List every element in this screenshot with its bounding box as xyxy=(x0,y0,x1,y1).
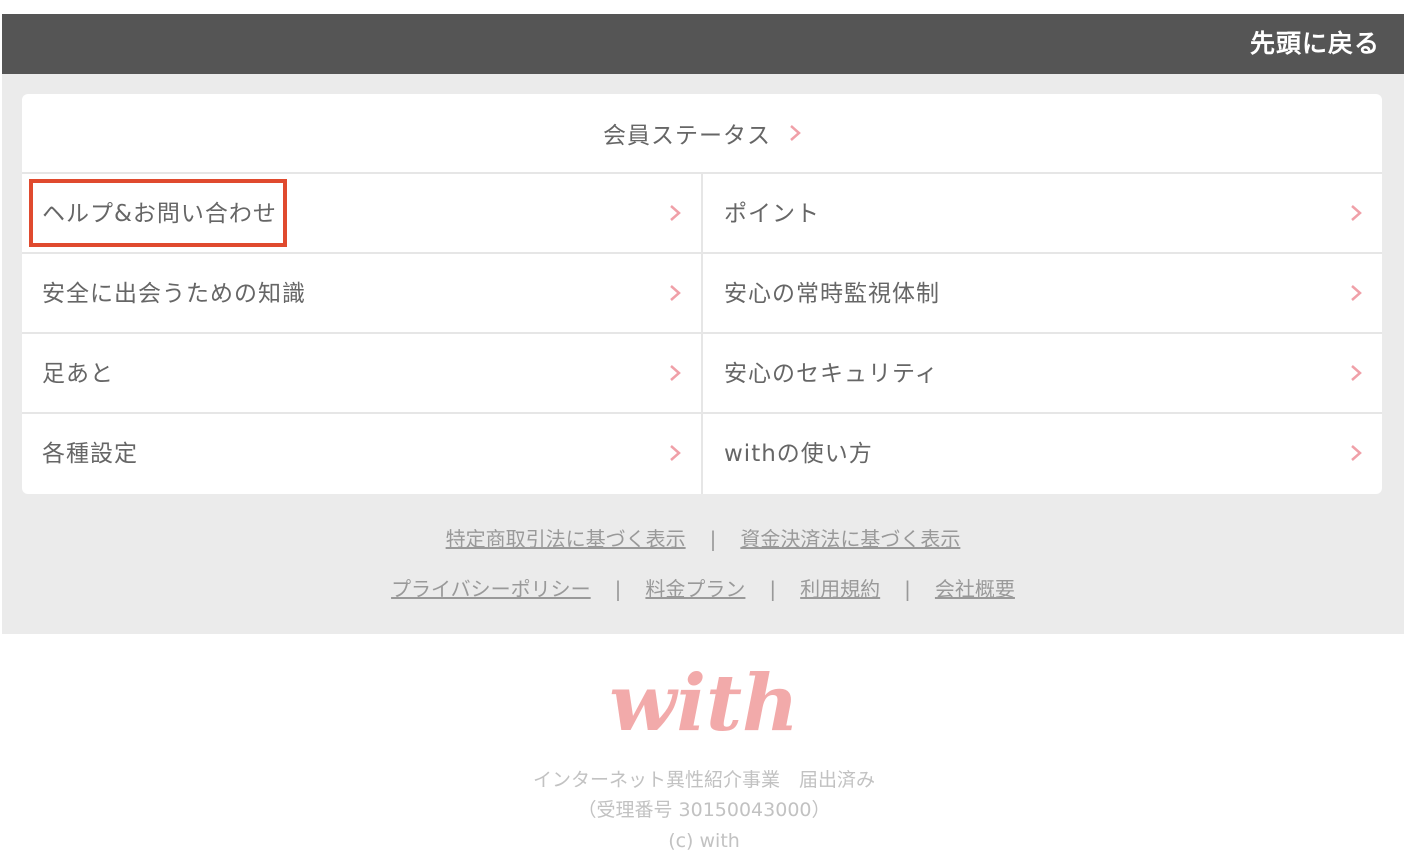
menu-item-label: 安心のセキュリティ xyxy=(724,361,939,387)
menu-row: 各種設定 withの使い方 xyxy=(22,414,1382,494)
footer-links-line-1: 特定商取引法に基づく表示 | 資金決済法に基づく表示 xyxy=(2,514,1404,564)
copyright: (c) with xyxy=(668,830,740,852)
link-separator: | xyxy=(614,577,622,601)
link-pricing[interactable]: 料金プラン xyxy=(645,577,745,601)
footer-links-line-2: プライバシーポリシー | 料金プラン | 利用規約 | 会社概要 xyxy=(2,564,1404,614)
link-payment-services[interactable]: 資金決済法に基づく表示 xyxy=(740,527,960,551)
menu-item-label: 会員ステータス xyxy=(603,123,771,149)
menu-item-help-contact[interactable]: ヘルプ&お問い合わせ xyxy=(22,174,703,254)
svg-text:with: with xyxy=(609,658,799,748)
menu-item-label: 各種設定 xyxy=(42,441,138,467)
footer-menu-area: 会員ステータス ヘルプ&お問い合わせ ポイント 安全に出会うための知識 安心の常… xyxy=(2,74,1404,634)
back-to-top-link[interactable]: 先頭に戻る xyxy=(1250,28,1380,60)
menu-card: 会員ステータス ヘルプ&お問い合わせ ポイント 安全に出会うための知識 安心の常… xyxy=(22,94,1382,494)
chevron-right-icon xyxy=(790,125,801,141)
menu-item-label: 安全に出会うための知識 xyxy=(42,281,306,307)
chevron-right-icon xyxy=(670,365,681,381)
link-privacy-policy[interactable]: プライバシーポリシー xyxy=(391,577,591,601)
chevron-right-icon xyxy=(670,285,681,301)
menu-row: 足あと 安心のセキュリティ xyxy=(22,334,1382,414)
link-separator: | xyxy=(769,577,777,601)
menu-item-footprints[interactable]: 足あと xyxy=(22,334,703,414)
menu-row: ヘルプ&お問い合わせ ポイント xyxy=(22,174,1382,254)
menu-item-how-to-use[interactable]: withの使い方 xyxy=(703,414,1382,494)
menu-item-label: 足あと xyxy=(42,361,114,387)
menu-item-safety-knowledge[interactable]: 安全に出会うための知識 xyxy=(22,254,703,334)
footer-links: 特定商取引法に基づく表示 | 資金決済法に基づく表示 プライバシーポリシー | 料金プラ… xyxy=(2,514,1404,614)
menu-item-label: withの使い方 xyxy=(724,441,873,467)
menu-item-settings[interactable]: 各種設定 xyxy=(22,414,703,494)
menu-item-security[interactable]: 安心のセキュリティ xyxy=(703,334,1382,414)
highlight-box xyxy=(29,179,287,247)
header-bar: 先頭に戻る xyxy=(2,14,1404,74)
link-company[interactable]: 会社概要 xyxy=(935,577,1015,601)
link-terms[interactable]: 利用規約 xyxy=(800,577,880,601)
chevron-right-icon xyxy=(1351,365,1362,381)
registration-text: インターネット異性紹介事業 届出済み xyxy=(532,769,875,791)
chevron-right-icon xyxy=(1351,285,1362,301)
chevron-right-icon xyxy=(1351,445,1362,461)
link-separator: | xyxy=(904,577,911,601)
page-top-strip xyxy=(0,0,1408,14)
with-logo: with xyxy=(609,658,799,748)
menu-item-member-status[interactable]: 会員ステータス xyxy=(22,94,1382,174)
site-footer: with インターネット異性紹介事業 届出済み （受理番号 3015004300… xyxy=(0,634,1408,858)
registration-number: （受理番号 30150043000） xyxy=(577,799,831,821)
link-separator: | xyxy=(709,527,717,551)
menu-item-points[interactable]: ポイント xyxy=(703,174,1382,254)
menu-item-monitoring[interactable]: 安心の常時監視体制 xyxy=(703,254,1382,334)
chevron-right-icon xyxy=(1351,205,1362,221)
menu-row: 安全に出会うための知識 安心の常時監視体制 xyxy=(22,254,1382,334)
menu-item-label: 安心の常時監視体制 xyxy=(724,281,940,307)
chevron-right-icon xyxy=(670,445,681,461)
link-commercial-transactions[interactable]: 特定商取引法に基づく表示 xyxy=(446,527,686,551)
chevron-right-icon xyxy=(670,205,681,221)
menu-item-label: ポイント xyxy=(724,201,820,227)
